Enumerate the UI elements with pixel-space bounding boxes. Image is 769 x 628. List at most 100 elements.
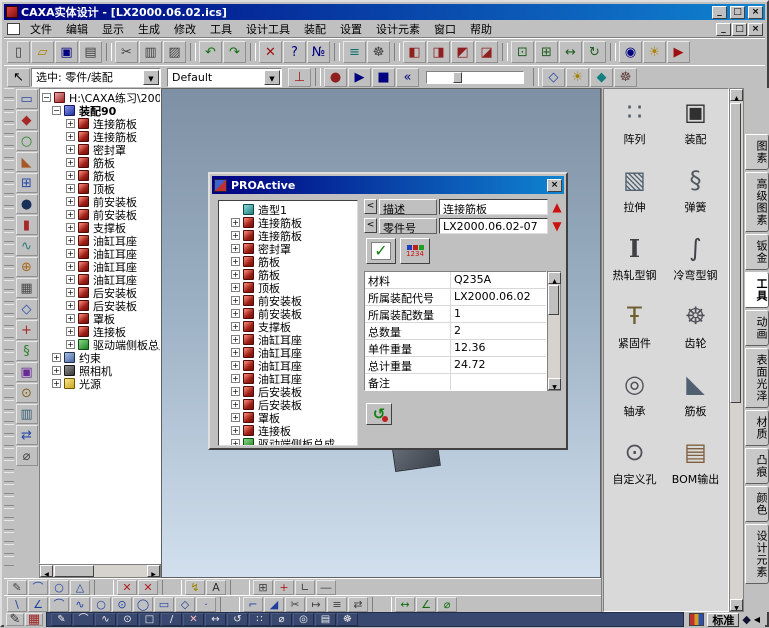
dialog-tree-item[interactable]: 前安装板 bbox=[221, 307, 357, 320]
catalog-item[interactable]: ⊙ 自定义孔 bbox=[604, 433, 665, 497]
tree-part-item[interactable]: 油缸耳座 bbox=[42, 234, 160, 247]
quick-render-icon[interactable]: ↯ bbox=[185, 580, 205, 595]
rectangle-tool-icon[interactable]: ▭ bbox=[154, 597, 174, 612]
context-help-icon[interactable]: № bbox=[307, 41, 330, 63]
array-icon[interactable]: ∷ bbox=[249, 613, 270, 626]
rotate-view-icon[interactable]: ↻ bbox=[583, 41, 606, 63]
menu-item[interactable]: 生成 bbox=[131, 20, 167, 38]
scroll-down-icon[interactable] bbox=[548, 378, 561, 390]
compass-icon[interactable]: ◆ bbox=[742, 613, 750, 626]
expand-box[interactable] bbox=[231, 218, 240, 227]
line-tool-icon[interactable]: \ bbox=[7, 597, 27, 612]
expand-box[interactable] bbox=[231, 335, 240, 344]
menu-item[interactable]: 修改 bbox=[167, 20, 203, 38]
expand-box[interactable] bbox=[66, 132, 75, 141]
help-icon[interactable]: ? bbox=[283, 41, 306, 63]
render-realistic-icon[interactable]: ◪ bbox=[475, 41, 498, 63]
selection-mode-combobox[interactable]: 选中: 零件/装配 bbox=[31, 68, 161, 87]
copy-icon[interactable]: ▥ bbox=[139, 41, 162, 63]
property-value[interactable]: Q235A bbox=[451, 272, 546, 288]
expand-box[interactable] bbox=[231, 283, 240, 292]
scrollbar-thumb[interactable] bbox=[54, 565, 94, 577]
curve-icon[interactable]: ⌒ bbox=[28, 580, 48, 595]
scroll-left-icon[interactable] bbox=[40, 565, 53, 577]
table-scrollbar[interactable] bbox=[547, 271, 561, 391]
property-row[interactable]: 所属装配代号 LX2000.06.02 bbox=[365, 289, 546, 306]
expand-box[interactable] bbox=[66, 236, 75, 245]
draw-circle-icon[interactable]: ⊙ bbox=[117, 613, 138, 626]
chamfer-icon[interactable]: ◢ bbox=[264, 597, 284, 612]
dialog-tree-item[interactable]: 后安装板 bbox=[221, 398, 357, 411]
dot-tool-icon[interactable]: ⊙ bbox=[16, 383, 38, 403]
catalog-tab[interactable]: 动画 bbox=[745, 310, 769, 346]
dialog-tree-item[interactable]: 连接筋板 bbox=[221, 229, 357, 242]
expand-box[interactable] bbox=[66, 223, 75, 232]
light-icon[interactable]: ☀ bbox=[566, 68, 589, 87]
property-row[interactable]: 所属装配数量 1 bbox=[365, 306, 546, 323]
visibility-icon[interactable]: ◎ bbox=[293, 613, 314, 626]
expand-box[interactable] bbox=[231, 426, 240, 435]
render-wireframe-icon[interactable]: ◧ bbox=[403, 41, 426, 63]
wave-tool-icon[interactable]: ∿ bbox=[16, 236, 38, 256]
anchor-tool-icon[interactable]: ▭ bbox=[16, 89, 38, 109]
tool-dock-rail[interactable] bbox=[4, 88, 14, 566]
cylinder-tool-icon[interactable]: ▮ bbox=[16, 215, 38, 235]
mdi-restore-button[interactable]: □ bbox=[732, 23, 747, 36]
scroll-right-icon[interactable] bbox=[147, 565, 160, 577]
tree-part-item[interactable]: 油缸耳座 bbox=[42, 260, 160, 273]
expand-box[interactable] bbox=[52, 366, 61, 375]
delete-all-icon[interactable]: ✕ bbox=[138, 580, 158, 595]
mirror-icon[interactable]: ⇄ bbox=[348, 597, 368, 612]
catalog-tab[interactable]: 凸痕 bbox=[745, 448, 769, 484]
expand-box[interactable] bbox=[231, 322, 240, 331]
separator[interactable] bbox=[190, 43, 196, 61]
expand-box[interactable] bbox=[231, 387, 240, 396]
arc-tool-icon[interactable]: ⌒ bbox=[49, 597, 69, 612]
move-icon[interactable]: ↔ bbox=[205, 613, 226, 626]
minimize-button[interactable]: _ bbox=[712, 6, 727, 19]
tree-part-item[interactable]: 罩板 bbox=[42, 312, 160, 325]
panel-tool-icon[interactable]: ▣ bbox=[16, 362, 38, 382]
expand-box[interactable] bbox=[231, 270, 240, 279]
catalog-tab[interactable]: 钣金 bbox=[745, 234, 769, 270]
mdi-close-button[interactable]: × bbox=[748, 23, 763, 36]
circle-tool-icon[interactable]: ○ bbox=[91, 597, 111, 612]
paste-icon[interactable]: ▨ bbox=[163, 41, 186, 63]
expand-box[interactable] bbox=[231, 231, 240, 240]
property-row[interactable]: 材料 Q235A bbox=[365, 272, 546, 289]
record-icon[interactable]: ● bbox=[324, 68, 347, 87]
expand-box[interactable] bbox=[231, 374, 240, 383]
tree-part-item[interactable]: 前安装板 bbox=[42, 208, 160, 221]
palette-mini-icon[interactable]: ▦ bbox=[25, 613, 43, 626]
separator[interactable] bbox=[372, 597, 392, 612]
tree-extra-item[interactable]: 照相机 bbox=[42, 364, 160, 377]
measure-tool-icon[interactable]: ⌀ bbox=[16, 446, 38, 466]
expand-box[interactable] bbox=[66, 197, 75, 206]
tree-extra-item[interactable]: 光源 bbox=[42, 377, 160, 390]
catalog-tab[interactable]: 颜色 bbox=[745, 486, 769, 522]
catalog-item[interactable]: ▣ 装配 bbox=[665, 93, 726, 157]
camera-view-icon[interactable]: ◉ bbox=[619, 41, 642, 63]
anim-settings-icon[interactable]: ☸ bbox=[614, 68, 637, 87]
catalog-tab[interactable]: 图素 bbox=[745, 134, 769, 170]
scrollbar-thumb[interactable] bbox=[730, 103, 741, 403]
expand-box[interactable] bbox=[66, 158, 75, 167]
dialog-tree-item[interactable]: 后安装板 bbox=[221, 385, 357, 398]
property-row[interactable]: 总数量 2 bbox=[365, 323, 546, 340]
zoom-fit-icon[interactable]: ⊡ bbox=[511, 41, 534, 63]
dialog-tree-item[interactable]: 造型1 bbox=[221, 203, 357, 216]
rewind-icon[interactable]: « bbox=[396, 68, 419, 87]
separator[interactable] bbox=[94, 580, 114, 595]
diamond-tool-icon[interactable]: ◇ bbox=[16, 299, 38, 319]
close-button[interactable]: × bbox=[748, 6, 763, 19]
property-row[interactable]: 总计重量 24.72 bbox=[365, 357, 546, 374]
prev-field-button[interactable]: < bbox=[364, 218, 377, 233]
expand-box[interactable] bbox=[66, 288, 75, 297]
sphere-tool-icon[interactable]: ● bbox=[16, 194, 38, 214]
dialog-tree-item[interactable]: 前安装板 bbox=[221, 294, 357, 307]
expand-box[interactable] bbox=[52, 353, 61, 362]
tree-part-item[interactable]: 后安装板 bbox=[42, 286, 160, 299]
rib-tool-icon[interactable]: ◣ bbox=[16, 152, 38, 172]
expand-box[interactable] bbox=[52, 379, 61, 388]
property-value[interactable]: 12.36 bbox=[451, 340, 546, 356]
